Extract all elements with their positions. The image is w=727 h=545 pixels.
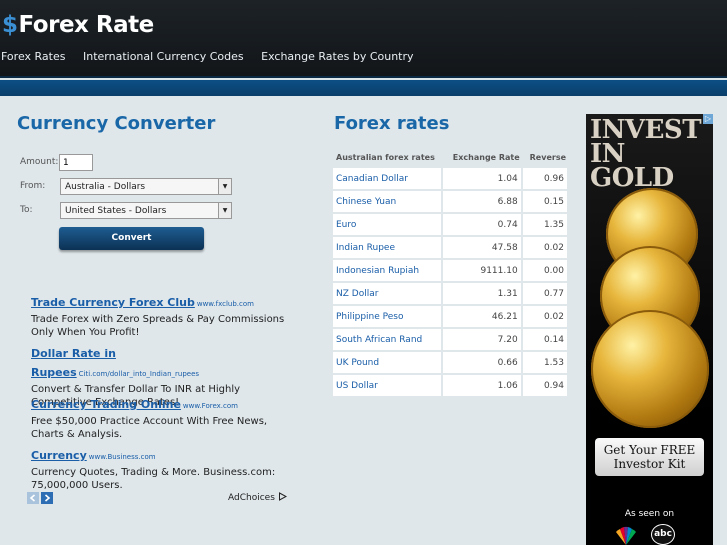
column-header: Australian forex rates	[336, 153, 435, 162]
ad-url-link[interactable]: www.fxclub.com	[197, 300, 254, 308]
reverse-rate: 1.53	[522, 352, 569, 373]
exchange-rate: 6.88	[443, 191, 523, 212]
table-row: Indian Rupee 47.58 0.02	[333, 237, 569, 258]
table-row: Philippine Peso 46.21 0.02	[333, 306, 569, 327]
ad-title-link[interactable]: Currency	[31, 449, 87, 462]
nav-link-rates-by-country[interactable]: Exchange Rates by Country	[261, 50, 413, 63]
header-strip	[0, 80, 727, 96]
ad-url-link[interactable]: www.Business.com	[89, 453, 156, 461]
exchange-rate: 1.31	[443, 283, 523, 304]
ad-description: Currency Quotes, Trading & More. Busines…	[31, 467, 276, 491]
ad-description: Trade Forex with Zero Spreads & Pay Comm…	[31, 314, 285, 338]
reverse-rate: 0.77	[522, 283, 569, 304]
ad-url-link[interactable]: www.Forex.com	[183, 402, 238, 410]
reverse-rate: 0.02	[522, 237, 569, 258]
reverse-rate: 0.15	[522, 191, 569, 212]
table-row: Indonesian Rupiah 9111.10 0.00	[333, 260, 569, 281]
table-header-row: Australian forex rates Exchange Rate Rev…	[333, 149, 569, 166]
currency-link[interactable]: US Dollar	[333, 375, 443, 396]
currency-link[interactable]: Chinese Yuan	[333, 191, 443, 212]
currency-link[interactable]: South African Rand	[333, 329, 443, 350]
currency-link[interactable]: Indonesian Rupiah	[333, 260, 443, 281]
exchange-rate: 1.06	[443, 375, 523, 396]
table-row: UK Pound 0.66 1.53	[333, 352, 569, 373]
table-row: Canadian Dollar 1.04 0.96	[333, 168, 569, 189]
table-row: Euro 0.74 1.35	[333, 214, 569, 235]
exchange-rate: 1.04	[443, 168, 523, 189]
convert-button[interactable]: Convert	[59, 227, 204, 250]
ad-title-link[interactable]: Currency Trading Online	[31, 398, 181, 411]
logo-text: Forex Rate	[18, 12, 155, 38]
banner-headline: INVEST IN GOLD	[590, 117, 713, 193]
gold-banner-ad[interactable]: ▷ INVEST IN GOLD Get Your FREE Investor …	[586, 114, 713, 545]
currency-link[interactable]: Canadian Dollar	[333, 168, 443, 189]
currency-link[interactable]: Indian Rupee	[333, 237, 443, 258]
ad-prev-button[interactable]	[27, 492, 39, 504]
reverse-rate: 1.35	[522, 214, 569, 235]
currency-link[interactable]: Philippine Peso	[333, 306, 443, 327]
to-currency-select[interactable]: United States - Dollars ▼	[60, 202, 232, 219]
ad-url-link[interactable]: Citi.com/dollar_into_Indian_rupees	[79, 370, 199, 378]
investor-kit-button[interactable]: Get Your FREE Investor Kit	[595, 438, 704, 476]
tv-network-logos: abc	[614, 524, 689, 545]
text-ad: Currency Trading Online www.Forex.com Fre…	[31, 393, 286, 441]
adchoices-label: AdChoices	[228, 493, 275, 503]
forex-rates-table: Australian forex rates Exchange Rate Rev…	[333, 147, 569, 398]
seen-on-label: As seen on	[624, 509, 675, 519]
table-row: NZ Dollar 1.31 0.77	[333, 283, 569, 304]
main-nav: Forex Rates International Currency Codes…	[1, 50, 428, 63]
exchange-rate: 46.21	[443, 306, 523, 327]
from-currency-value: Australia - Dollars	[65, 182, 146, 192]
from-currency-select[interactable]: Australia - Dollars ▼	[60, 178, 232, 195]
exchange-rate: 0.66	[443, 352, 523, 373]
currency-link[interactable]: UK Pound	[333, 352, 443, 373]
adchoices-link[interactable]: AdChoices	[228, 492, 287, 503]
exchange-rate: 7.20	[443, 329, 523, 350]
adchoices-icon	[278, 492, 287, 501]
reverse-rate: 0.94	[522, 375, 569, 396]
column-header: Reverse	[529, 153, 566, 162]
converter-title: Currency Converter	[17, 113, 216, 134]
from-label: From:	[20, 181, 46, 191]
exchange-rate: 47.58	[443, 237, 523, 258]
gold-coin-image	[591, 310, 709, 428]
chevron-down-icon: ▼	[218, 179, 231, 194]
ad-title-link[interactable]: Trade Currency Forex Club	[31, 296, 195, 309]
text-ad: Currency www.Business.com Currency Quotes…	[31, 444, 286, 492]
to-label: To:	[20, 205, 33, 215]
dollar-icon: $	[2, 12, 18, 38]
table-row: Chinese Yuan 6.88 0.15	[333, 191, 569, 212]
banner-headline-line: IN GOLD	[590, 139, 674, 193]
forex-title: Forex rates	[334, 113, 450, 134]
nav-link-forex-rates[interactable]: Forex Rates	[1, 50, 65, 63]
site-header: $Forex Rate Forex Rates International Cu…	[0, 0, 727, 78]
table-row: US Dollar 1.06 0.94	[333, 375, 569, 396]
reverse-rate: 0.14	[522, 329, 569, 350]
amount-label: Amount:	[20, 157, 59, 167]
site-logo[interactable]: $Forex Rate	[2, 12, 154, 38]
to-currency-value: United States - Dollars	[65, 206, 167, 216]
investor-kit-line: Get Your FREE	[603, 443, 696, 457]
reverse-rate: 0.00	[522, 260, 569, 281]
currency-link[interactable]: NZ Dollar	[333, 283, 443, 304]
investor-kit-line: Investor Kit	[613, 457, 686, 471]
currency-link[interactable]: Euro	[333, 214, 443, 235]
amount-input[interactable]	[59, 154, 93, 171]
chevron-right-icon	[44, 494, 51, 502]
reverse-rate: 0.96	[522, 168, 569, 189]
chevron-left-icon	[29, 494, 36, 502]
column-header: Exchange Rate	[452, 153, 520, 162]
ad-next-button[interactable]	[41, 492, 53, 504]
reverse-rate: 0.02	[522, 306, 569, 327]
exchange-rate: 0.74	[443, 214, 523, 235]
abc-logo-icon: abc	[651, 524, 675, 545]
ad-description: Free $50,000 Practice Account With Free …	[31, 416, 268, 440]
chevron-down-icon: ▼	[218, 203, 231, 218]
text-ad: Trade Currency Forex Club www.fxclub.com …	[31, 291, 286, 339]
exchange-rate: 9111.10	[443, 260, 523, 281]
table-row: South African Rand 7.20 0.14	[333, 329, 569, 350]
nav-link-currency-codes[interactable]: International Currency Codes	[83, 50, 244, 63]
